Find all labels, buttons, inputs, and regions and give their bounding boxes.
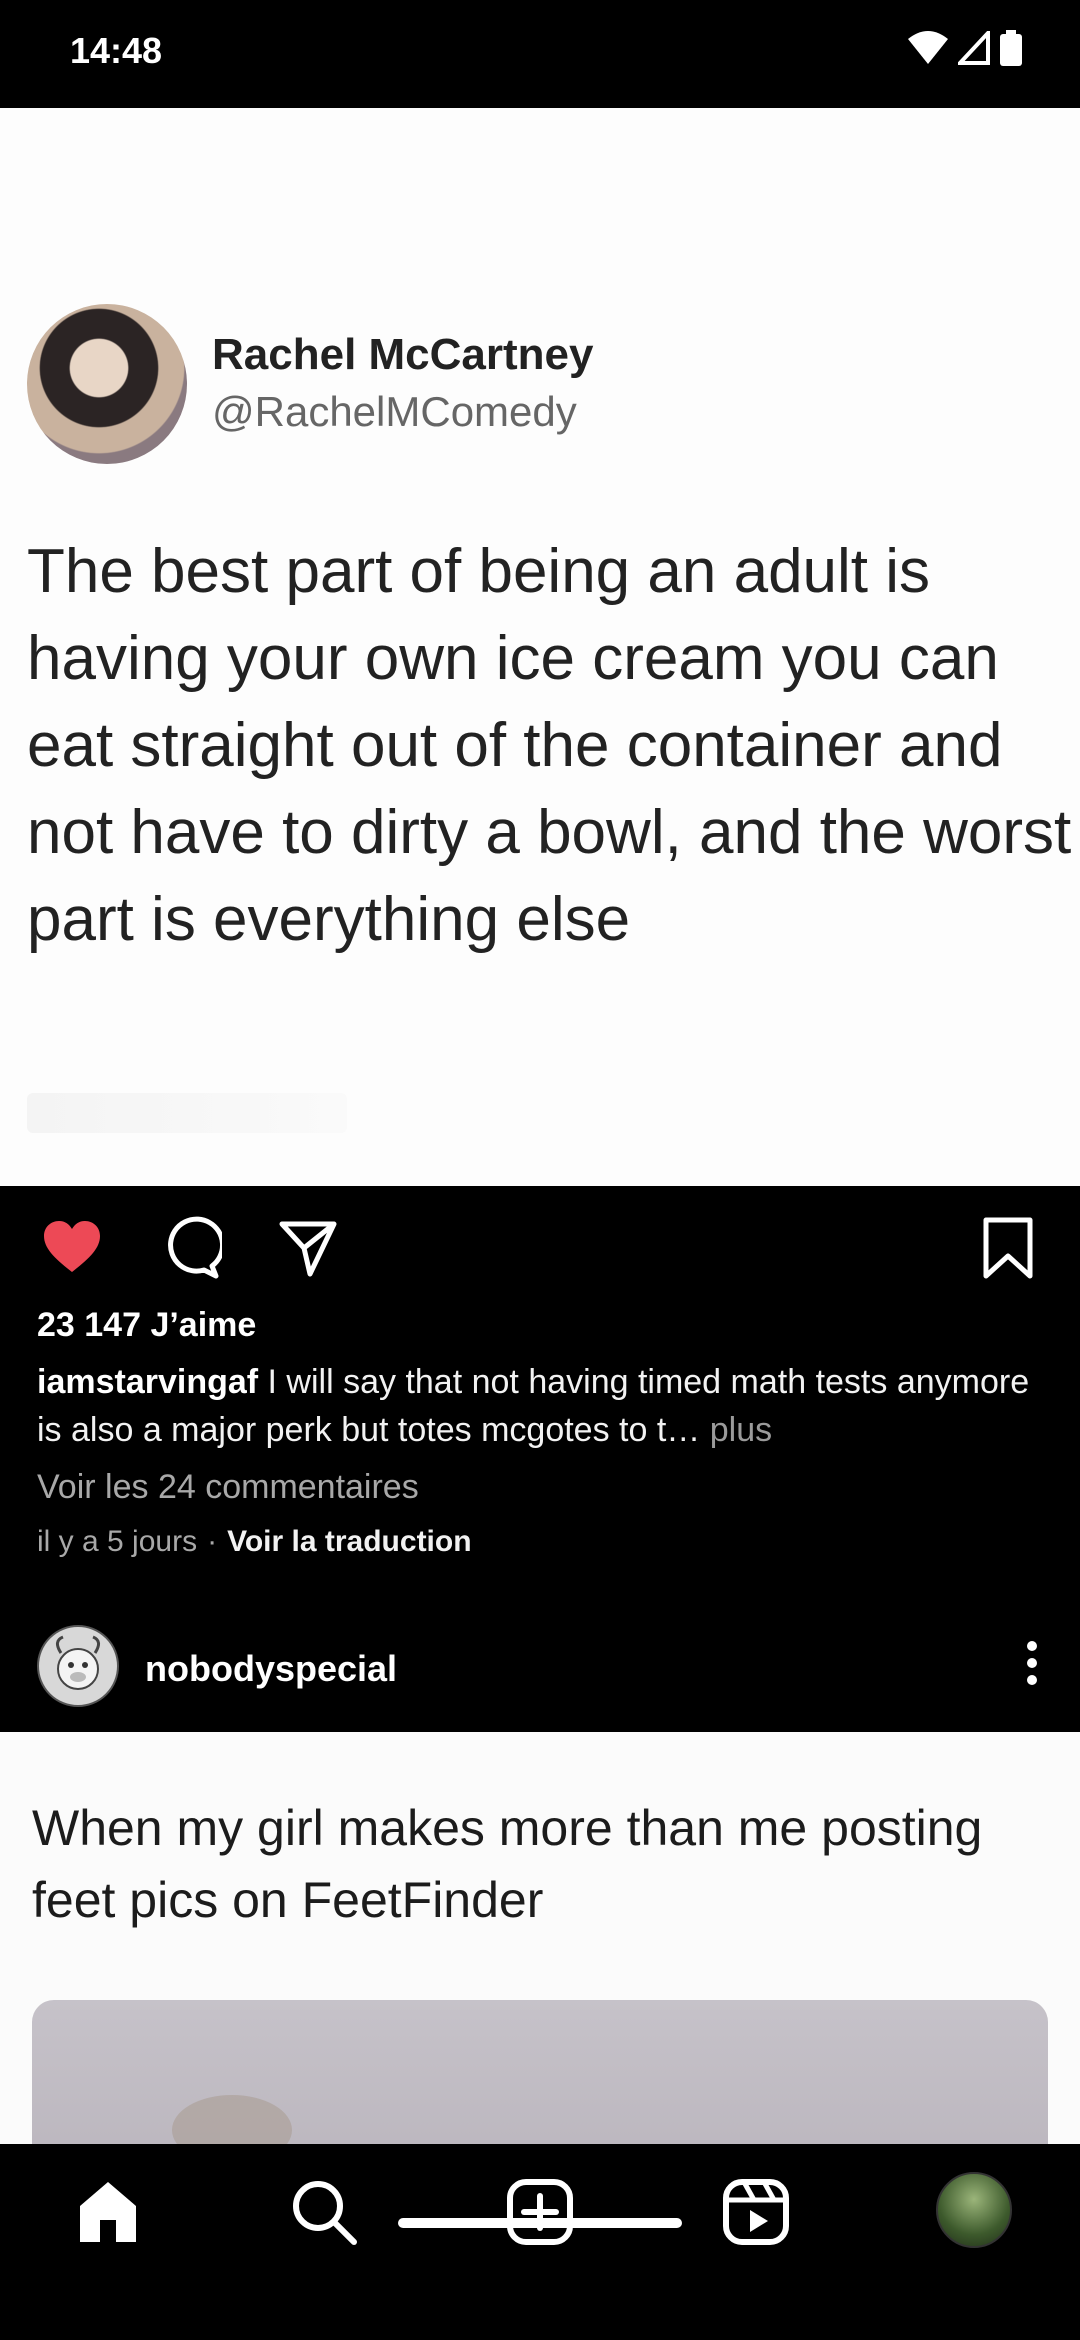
signal-icon [958, 31, 990, 65]
bookmark-icon[interactable] [976, 1216, 1040, 1280]
tweet-author-avatar [27, 304, 187, 464]
wifi-icon [908, 31, 948, 64]
search-icon[interactable] [288, 2176, 360, 2248]
post-image[interactable]: Rachel McCartney @RachelMComedy The best… [0, 108, 1080, 1186]
home-icon[interactable] [72, 2176, 144, 2248]
tweet-text: The best part of being an adult is havin… [27, 537, 1072, 954]
comment-icon[interactable] [158, 1216, 222, 1280]
like-count[interactable]: 23 147 J’aime [37, 1306, 256, 1345]
battery-icon [1000, 30, 1022, 66]
profile-avatar[interactable] [936, 2172, 1012, 2248]
tweet-faded-footer [27, 1093, 347, 1133]
heart-icon[interactable] [40, 1216, 104, 1280]
caption-username[interactable]: iamstarvingaf [37, 1363, 258, 1401]
system-icons [908, 30, 1022, 66]
tweet-author-name: Rachel McCartney [212, 330, 594, 379]
post-author-username[interactable]: nobodyspecial [145, 1648, 397, 1690]
status-bar: 14:48 [0, 0, 1080, 108]
post-header: nobodyspecial [0, 1612, 1080, 1732]
post-image[interactable]: When my girl makes more than me posting … [0, 1732, 1080, 2144]
post-caption[interactable]: iamstarvingaf I will say that not having… [37, 1358, 1047, 1454]
post-timestamp: il y a 5 jours [37, 1525, 198, 1558]
status-time: 14:48 [70, 30, 163, 71]
meme-text: When my girl makes more than me posting … [32, 1800, 983, 1928]
create-icon[interactable] [504, 2176, 576, 2248]
reels-icon[interactable] [720, 2176, 792, 2248]
post-author-avatar[interactable] [37, 1625, 119, 1707]
meme-photo [32, 2000, 1048, 2144]
more-options-icon[interactable] [1024, 1638, 1040, 1688]
share-icon[interactable] [276, 1216, 340, 1280]
meta-separator: · [207, 1525, 218, 1558]
post-actions [0, 1186, 1080, 1306]
sheriff-badge-graphic [172, 2095, 292, 2144]
view-comments-link[interactable]: Voir les 24 commentaires [37, 1468, 419, 1507]
caption-more-link[interactable]: plus [700, 1411, 772, 1449]
tweet-author-handle: @RachelMComedy [212, 388, 577, 435]
goat-avatar-icon [56, 1635, 100, 1690]
post-meta: il y a 5 jours · Voir la traduction [37, 1525, 472, 1559]
bottom-navigation [0, 2144, 1080, 2340]
home-indicator[interactable] [398, 2218, 682, 2228]
translate-link[interactable]: Voir la traduction [227, 1525, 471, 1558]
